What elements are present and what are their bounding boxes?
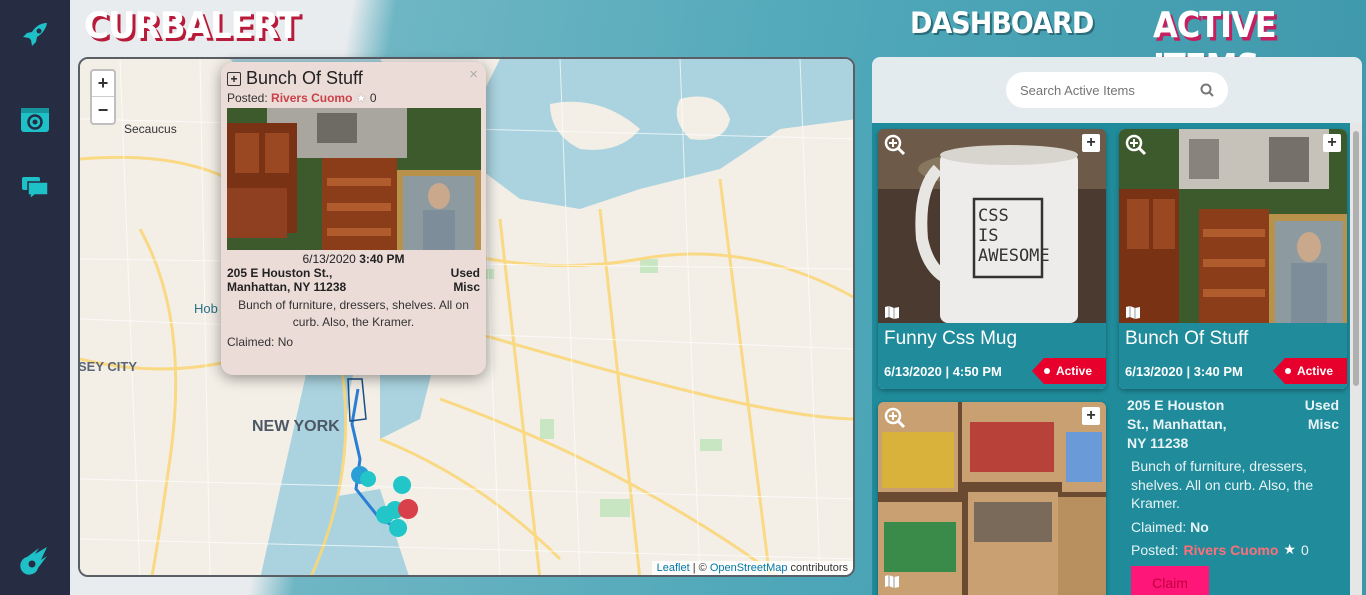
popup-title: Bunch Of Stuff xyxy=(246,68,363,88)
map-attribution: Leaflet | © OpenStreetMap contributors xyxy=(651,561,853,575)
camera-icon[interactable] xyxy=(16,100,54,138)
detail-address-line3: NY 11238 xyxy=(1127,434,1189,451)
zoom-in-icon[interactable] xyxy=(1125,134,1147,156)
star-icon: ★ xyxy=(1283,541,1296,558)
zoom-in-icon[interactable] xyxy=(884,134,906,156)
popup-address-line2: Manhattan, NY 11238 xyxy=(227,280,347,294)
card-title: Funny Css Mug xyxy=(884,328,1018,349)
mug-text-is: IS xyxy=(978,226,998,246)
popup-claimed-label: Claimed: xyxy=(227,334,275,349)
detail-row-3: NY 11238 xyxy=(1127,434,1339,453)
map-icon[interactable] xyxy=(884,305,900,319)
zoom-in-button[interactable]: + xyxy=(92,71,114,97)
zoom-out-button[interactable]: − xyxy=(92,97,114,123)
popup-date: 6/13/2020 xyxy=(302,252,356,266)
card-photo: + xyxy=(1119,129,1347,323)
leaflet-link[interactable]: Leaflet xyxy=(657,562,690,574)
map-label-new-york: NEW YORK xyxy=(252,418,340,435)
add-icon[interactable]: + xyxy=(1082,134,1100,152)
add-icon[interactable]: + xyxy=(1323,134,1341,152)
popup-condition: Used xyxy=(450,266,480,280)
popup-star-count: 0 xyxy=(369,91,377,105)
detail-category: Misc xyxy=(1307,415,1339,432)
search-box xyxy=(1006,72,1228,108)
panel-header xyxy=(872,57,1362,123)
detail-description: Bunch of furniture, dressers, shelves. A… xyxy=(1131,457,1314,512)
detail-address-line2: St., Manhattan, xyxy=(1127,415,1227,432)
chat-icon[interactable] xyxy=(16,168,54,206)
popup-claimed: Claimed: No xyxy=(227,335,480,349)
item-card[interactable]: CSS IS AWESOME + Funny Css Mug 6/13/2020… xyxy=(878,129,1106,389)
search-input[interactable] xyxy=(1020,82,1190,98)
detail-claimed-value: No xyxy=(1190,519,1209,536)
detail-address-line1: 205 E Houston xyxy=(1127,397,1225,413)
popup-datetime: 6/13/2020 3:40 PM xyxy=(227,252,480,266)
card-date: 6/13/2020 | 4:50 PM xyxy=(884,363,1002,379)
popup-user-link[interactable]: Rivers Cuomo xyxy=(271,91,352,105)
popup-description: Bunch of furniture, dressers, shelves. A… xyxy=(238,298,469,330)
popup-address-line1: 205 E Houston St., xyxy=(227,266,333,280)
card-footer: Funny Css Mug 6/13/2020 | 4:50 PM Active xyxy=(878,323,1106,389)
detail-star-count: 0 xyxy=(1300,541,1309,558)
detail-row-1: 205 E Houston Used xyxy=(1127,396,1339,415)
osm-link[interactable]: OpenStreetMap xyxy=(710,562,788,574)
zoom-in-icon[interactable] xyxy=(884,407,906,429)
popup-posted: Posted: Rivers Cuomo ★ 0 xyxy=(227,91,480,105)
item-card-selected[interactable]: + Bunch Of Stuff 6/13/2020 | 3:40 PM Act… xyxy=(1119,129,1347,389)
attribution-suffix: contributors xyxy=(787,562,848,574)
popup-row-2: Manhattan, NY 11238 Misc xyxy=(227,280,480,294)
popup-item-photo xyxy=(227,108,481,250)
card-meta: 6/13/2020 | 3:40 PM Active xyxy=(1125,358,1347,384)
status-badge: Active xyxy=(1031,358,1106,384)
card-meta: 6/13/2020 | 4:50 PM Active xyxy=(884,358,1106,384)
popup-row-1: 205 E Houston St., Used xyxy=(227,266,480,280)
detail-claimed: Claimed: No xyxy=(1127,519,1339,535)
map-label-jersey-city: SEY CITY xyxy=(78,359,138,374)
popup-title-row: + Bunch Of Stuff xyxy=(227,68,480,89)
panel-scrollbar[interactable] xyxy=(1350,123,1362,595)
item-detail: 205 E Houston Used St., Manhattan, Misc NY… xyxy=(1119,390,1347,595)
mug-text-css: CSS xyxy=(978,206,1009,226)
popup-category: Misc xyxy=(453,280,480,294)
detail-condition: Used xyxy=(1304,397,1339,413)
add-icon[interactable]: + xyxy=(227,71,241,86)
card-title: Bunch Of Stuff xyxy=(1125,328,1249,349)
map-icon[interactable] xyxy=(1125,305,1141,319)
detail-user-link[interactable]: Rivers Cuomo xyxy=(1183,542,1278,558)
card-footer: Bunch Of Stuff 6/13/2020 | 3:40 PM Activ… xyxy=(1119,323,1347,389)
map-label-hoboken: Hob xyxy=(194,301,218,316)
card-photo: CSS IS AWESOME + xyxy=(878,129,1106,323)
zoom-control: + − xyxy=(90,69,116,125)
card-date: 6/13/2020 | 3:40 PM xyxy=(1125,363,1243,379)
card-photo: + xyxy=(878,402,1106,595)
items-grid: CSS IS AWESOME + Funny Css Mug 6/13/2020… xyxy=(872,123,1362,595)
popup-close-button[interactable]: × xyxy=(469,66,478,83)
active-items-panel: CSS IS AWESOME + Funny Css Mug 6/13/2020… xyxy=(872,57,1362,595)
star-icon: ★ xyxy=(355,91,367,105)
brand-logo[interactable]: CURBALERT xyxy=(84,4,300,47)
detail-row-2: St., Manhattan, Misc xyxy=(1127,415,1339,434)
claim-button[interactable]: Claim xyxy=(1131,566,1209,595)
add-icon[interactable]: + xyxy=(1082,407,1100,425)
status-badge: Active xyxy=(1272,358,1347,384)
popup-claimed-value: No xyxy=(277,334,294,349)
popup-time: 3:40 PM xyxy=(359,252,405,266)
detail-posted-label: Posted: xyxy=(1131,541,1179,558)
map-label-secaucus: Secaucus xyxy=(124,122,177,136)
detail-claimed-label: Claimed: xyxy=(1131,519,1187,536)
scrollbar-thumb[interactable] xyxy=(1353,131,1359,386)
attribution-separator: | © xyxy=(689,562,710,574)
nav-dashboard[interactable]: DASHBOARD xyxy=(910,6,1094,40)
rocket-icon[interactable] xyxy=(16,16,54,54)
detail-posted: Posted: Rivers Cuomo ★ 0 xyxy=(1127,541,1339,558)
map-popup: × + Bunch Of Stuff Posted: Rivers Cuomo … xyxy=(221,62,486,375)
mug-text-awesome: AWESOME xyxy=(978,246,1050,266)
map-icon[interactable] xyxy=(884,574,900,588)
search-icon[interactable] xyxy=(1200,83,1214,97)
meteor-icon[interactable] xyxy=(16,541,54,579)
sidebar xyxy=(0,0,70,595)
popup-posted-label: Posted: xyxy=(227,91,268,105)
item-card[interactable]: + xyxy=(878,402,1106,595)
